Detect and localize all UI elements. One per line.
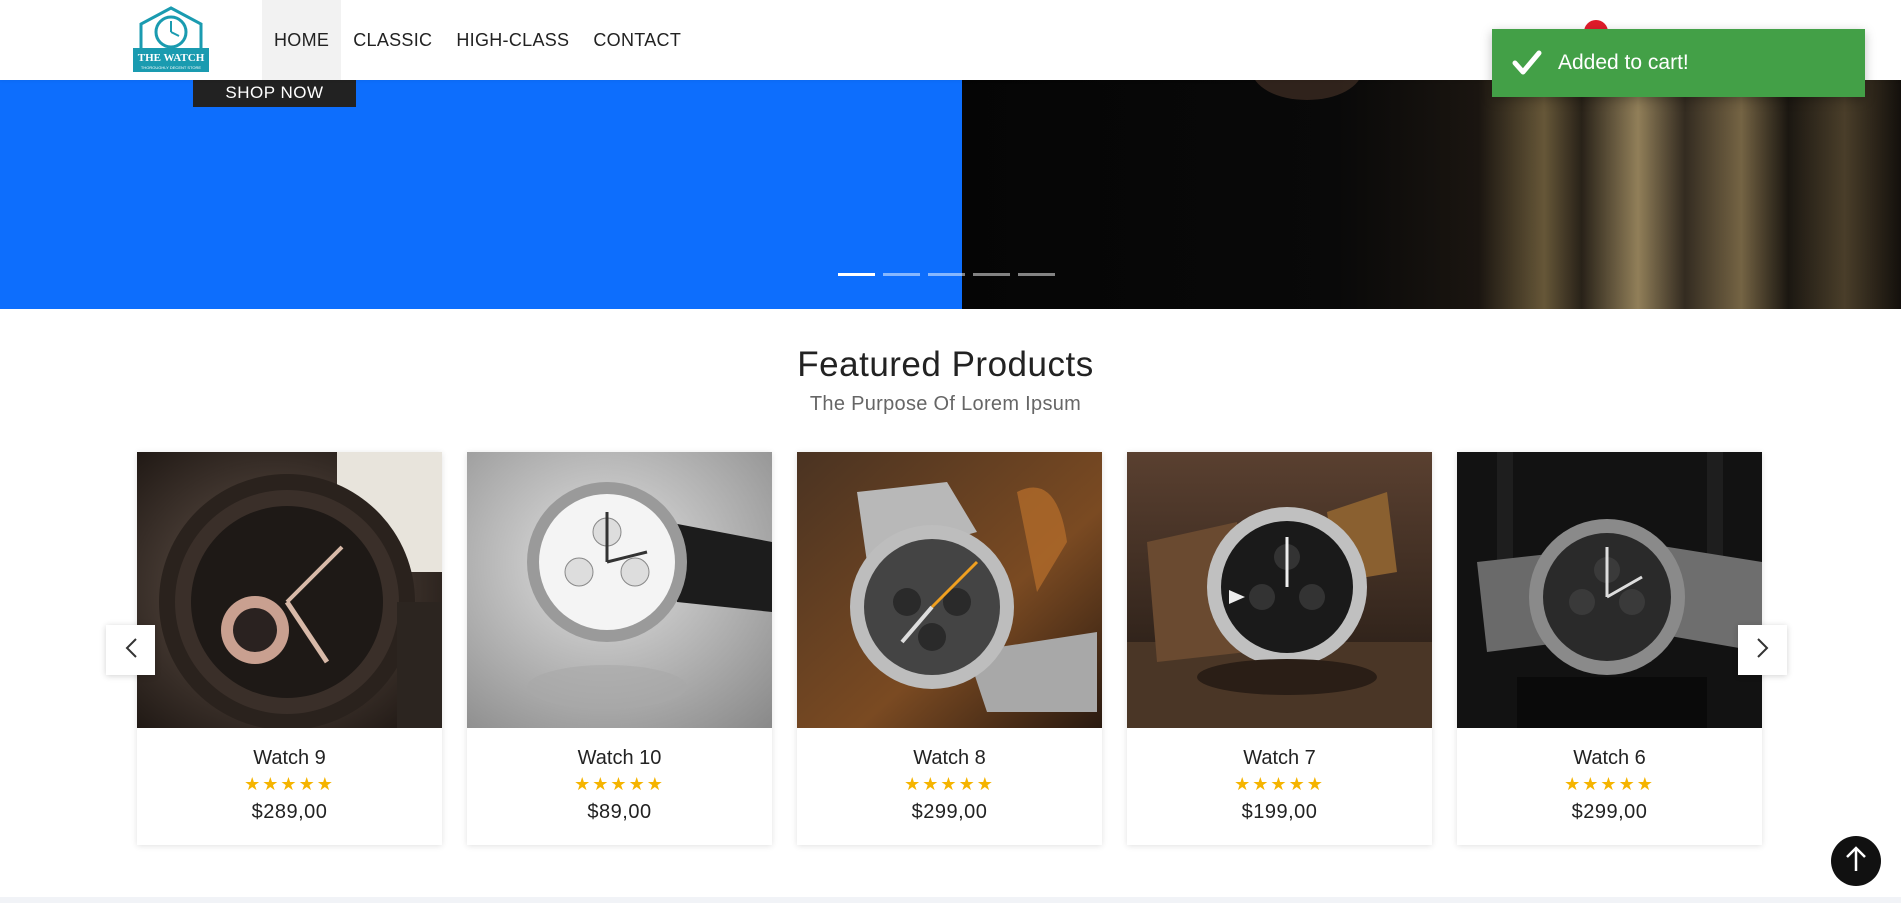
hero-image-detail bbox=[1252, 80, 1362, 100]
product-image[interactable] bbox=[467, 452, 772, 728]
product-image[interactable] bbox=[797, 452, 1102, 728]
product-image[interactable] bbox=[1457, 452, 1762, 728]
toast-message: Added to cart! bbox=[1558, 51, 1689, 74]
nav-contact[interactable]: CONTACT bbox=[581, 0, 693, 80]
slide-indicator-4[interactable] bbox=[973, 273, 1010, 276]
slide-indicator-3[interactable] bbox=[928, 273, 965, 276]
slide-indicator-5[interactable] bbox=[1018, 273, 1055, 276]
toast-notification: Added to cart! bbox=[1492, 29, 1865, 97]
hero-slider: SHOP NOW bbox=[0, 80, 1901, 309]
product-card[interactable]: Watch 10 ★★★★★ $89,00 bbox=[467, 452, 772, 845]
product-card[interactable]: Watch 7 ★★★★★ $199,00 bbox=[1127, 452, 1432, 845]
star-rating: ★★★★★ bbox=[244, 774, 335, 794]
logo-tagline: THOROUGHLY DECENT STORE bbox=[141, 65, 201, 70]
carousel-next-button[interactable] bbox=[1738, 625, 1787, 675]
main-nav: HOME CLASSIC HIGH-CLASS CONTACT bbox=[262, 0, 693, 80]
chevron-right-icon bbox=[1756, 637, 1770, 664]
nav-high-class[interactable]: HIGH-CLASS bbox=[444, 0, 581, 80]
product-card[interactable]: Watch 9 ★★★★★ $289,00 bbox=[137, 452, 442, 845]
star-rating: ★★★★★ bbox=[574, 774, 665, 794]
product-price: $89,00 bbox=[587, 801, 652, 823]
slide-indicator-2[interactable] bbox=[883, 273, 920, 276]
product-name[interactable]: Watch 6 bbox=[1457, 747, 1762, 770]
product-name[interactable]: Watch 10 bbox=[467, 747, 772, 770]
product-card[interactable]: Watch 6 ★★★★★ $299,00 bbox=[1457, 452, 1762, 845]
footer-edge bbox=[0, 897, 1901, 903]
logo-text: THE WATCH bbox=[138, 52, 205, 64]
shop-now-button[interactable]: SHOP NOW bbox=[193, 80, 356, 107]
slider-indicators bbox=[838, 273, 1055, 276]
slide-indicator-1[interactable] bbox=[838, 273, 875, 276]
product-image[interactable] bbox=[1127, 452, 1432, 728]
product-price: $289,00 bbox=[251, 801, 328, 823]
hero-image bbox=[962, 80, 1901, 309]
product-name[interactable]: Watch 8 bbox=[797, 747, 1102, 770]
section-title: Featured Products bbox=[797, 345, 1094, 384]
logo[interactable]: THE WATCH THOROUGHLY DECENT STORE bbox=[131, 6, 211, 74]
product-price: $299,00 bbox=[911, 801, 988, 823]
carousel-prev-button[interactable] bbox=[106, 625, 155, 675]
arrow-up-icon bbox=[1844, 845, 1868, 878]
product-price: $199,00 bbox=[1241, 801, 1318, 823]
star-rating: ★★★★★ bbox=[1564, 774, 1655, 794]
product-name[interactable]: Watch 9 bbox=[137, 747, 442, 770]
hero-panel: SHOP NOW bbox=[0, 80, 962, 309]
chevron-left-icon bbox=[124, 637, 138, 664]
star-rating: ★★★★★ bbox=[1234, 774, 1325, 794]
product-card[interactable]: Watch 8 ★★★★★ $299,00 bbox=[797, 452, 1102, 845]
product-name[interactable]: Watch 7 bbox=[1127, 747, 1432, 770]
section-subtitle: The Purpose Of Lorem Ipsum bbox=[809, 393, 1082, 415]
nav-classic[interactable]: CLASSIC bbox=[341, 0, 444, 80]
nav-home[interactable]: HOME bbox=[262, 0, 342, 80]
back-to-top-button[interactable] bbox=[1831, 836, 1881, 886]
product-price: $299,00 bbox=[1571, 801, 1648, 823]
star-rating: ★★★★★ bbox=[904, 774, 995, 794]
product-image[interactable] bbox=[137, 452, 442, 728]
check-icon bbox=[1510, 46, 1544, 80]
